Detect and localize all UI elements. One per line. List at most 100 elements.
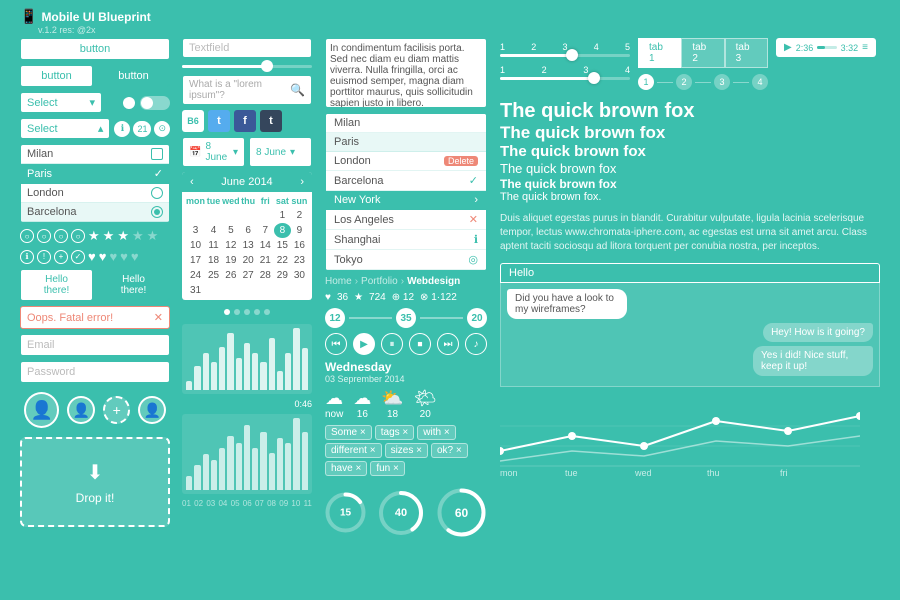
cal-7[interactable]: 7 <box>257 223 274 238</box>
step-indicator-3[interactable]: 3 <box>714 74 730 90</box>
close-icon[interactable]: ✕ <box>154 311 163 324</box>
cal-next[interactable]: › <box>300 176 304 188</box>
select-dropdown-2[interactable]: Select ▴ <box>20 118 110 139</box>
cal-20[interactable]: 20 <box>240 253 257 268</box>
step-indicator-4[interactable]: 4 <box>752 74 768 90</box>
cal-25[interactable]: 25 <box>205 268 222 283</box>
breadcrumb-portfolio[interactable]: Portfolio <box>361 276 398 287</box>
play-btn[interactable]: ▶ <box>353 333 375 355</box>
twitter-icon[interactable]: t <box>208 110 230 132</box>
tag-have[interactable]: have × <box>325 461 367 476</box>
toggle-on[interactable] <box>106 96 136 110</box>
range-thumb-2[interactable] <box>588 72 600 84</box>
player-progress[interactable] <box>817 46 836 49</box>
cal-3[interactable]: 3 <box>186 223 205 238</box>
radio-icon-4[interactable]: ○ <box>71 229 85 243</box>
list-exp-tokyo[interactable]: Tokyo ◎ <box>326 250 486 270</box>
breadcrumb-home[interactable]: Home <box>325 276 352 287</box>
tumblr-icon[interactable]: t <box>260 110 282 132</box>
avatar-1[interactable]: 👤 <box>24 392 59 428</box>
cal-13[interactable]: 13 <box>240 238 257 253</box>
cal-29[interactable]: 29 <box>274 268 291 283</box>
avatar-3[interactable]: + <box>103 396 131 424</box>
button-left[interactable]: button <box>20 65 93 87</box>
email-input[interactable]: Email <box>20 334 170 356</box>
select-dropdown-1[interactable]: Select ▾ <box>20 92 102 113</box>
prev-btn[interactable]: ⏮ <box>325 333 347 355</box>
list-item-milan[interactable]: Milan <box>21 145 169 164</box>
tab-3[interactable]: tab 3 <box>725 38 768 68</box>
tag-some[interactable]: Some × <box>325 425 372 440</box>
textfield-input[interactable]: Textfield <box>182 38 312 58</box>
tag-tags[interactable]: tags × <box>375 425 415 440</box>
date-picker-2[interactable]: 8 June ▾ <box>249 137 312 167</box>
list-exp-london[interactable]: London Delete <box>326 152 486 171</box>
ok-icon[interactable]: ✓ <box>71 250 85 264</box>
list-item-barcelona[interactable]: Barcelona <box>21 203 169 222</box>
step-2[interactable]: 35 <box>396 308 416 328</box>
range-thumb-1[interactable] <box>566 49 578 61</box>
cal-27[interactable]: 27 <box>240 268 257 283</box>
radio-icon-2[interactable]: ○ <box>37 229 51 243</box>
tag-sizes[interactable]: sizes × <box>385 443 428 458</box>
be-icon[interactable]: B6 <box>182 110 204 132</box>
list-item-paris[interactable]: Paris ✓ <box>21 164 169 184</box>
cal-16[interactable]: 16 <box>291 238 308 253</box>
step-3[interactable]: 20 <box>467 308 487 328</box>
step-indicator-2[interactable]: 2 <box>676 74 692 90</box>
list-exp-milan[interactable]: Milan <box>326 114 486 133</box>
list-exp-barcelona[interactable]: Barcelona ✓ <box>326 171 486 191</box>
facebook-icon[interactable]: f <box>234 110 256 132</box>
info-icon[interactable]: ℹ <box>20 250 34 264</box>
tag-different[interactable]: different × <box>325 443 382 458</box>
cal-28[interactable]: 28 <box>257 268 274 283</box>
button-single[interactable]: button <box>20 38 170 60</box>
button-right[interactable]: button <box>97 65 170 87</box>
cal-prev[interactable]: ‹ <box>190 176 194 188</box>
pause-btn[interactable]: ⏸ <box>381 333 403 355</box>
range-slider-2[interactable]: 1234 <box>500 61 630 84</box>
list-exp-paris[interactable]: Paris <box>326 133 486 152</box>
delete-btn[interactable]: Delete <box>444 156 478 166</box>
list-exp-shanghai[interactable]: Shanghai ℹ <box>326 230 486 250</box>
step-indicator-1[interactable]: 1 <box>638 74 654 90</box>
dot-4[interactable] <box>254 309 260 315</box>
list-exp-losangeles[interactable]: Los Angeles ✕ <box>326 210 486 230</box>
alert-icon[interactable]: ! <box>37 250 51 264</box>
hello-btn-1[interactable]: Hello there! <box>20 269 93 301</box>
drop-zone[interactable]: ⬇ Drop it! <box>20 437 170 527</box>
tab-2[interactable]: tab 2 <box>681 38 724 68</box>
avatar-4[interactable]: 👤 <box>138 396 166 424</box>
cal-22[interactable]: 22 <box>274 253 291 268</box>
tag-fun[interactable]: fun × <box>370 461 405 476</box>
stop-btn[interactable]: ⏹ <box>409 333 431 355</box>
date-picker-1[interactable]: 📅 8 June ▾ <box>182 137 245 167</box>
cal-30[interactable]: 30 <box>291 268 308 283</box>
tag-ok[interactable]: ok? × <box>431 443 468 458</box>
cal-5[interactable]: 5 <box>222 223 240 238</box>
cal-24[interactable]: 24 <box>186 268 205 283</box>
dot-2[interactable] <box>234 309 240 315</box>
list-icon[interactable]: ≡ <box>862 42 868 53</box>
slider-thumb-1[interactable] <box>261 60 273 72</box>
list-item-london[interactable]: London <box>21 184 169 203</box>
cal-1[interactable]: 1 <box>274 208 291 223</box>
cal-21[interactable]: 21 <box>257 253 274 268</box>
cal-26[interactable]: 26 <box>222 268 240 283</box>
play-icon[interactable]: ▶ <box>784 42 792 53</box>
cal-19[interactable]: 19 <box>222 253 240 268</box>
range-slider-1[interactable]: 12345 <box>500 38 630 61</box>
cal-11[interactable]: 11 <box>205 238 222 253</box>
slider-1[interactable] <box>182 63 312 70</box>
cal-9[interactable]: 9 <box>291 223 308 238</box>
dot-1[interactable] <box>224 309 230 315</box>
search-input[interactable]: What is a "lorem ipsum"? 🔍 <box>182 75 312 105</box>
cal-23[interactable]: 23 <box>291 253 308 268</box>
cal-2[interactable]: 2 <box>291 208 308 223</box>
cal-14[interactable]: 14 <box>257 238 274 253</box>
cal-4[interactable]: 4 <box>205 223 222 238</box>
cal-6[interactable]: 6 <box>240 223 257 238</box>
toggle-off[interactable] <box>140 96 170 110</box>
plus-icon[interactable]: + <box>54 250 68 264</box>
cal-31[interactable]: 31 <box>186 283 205 298</box>
